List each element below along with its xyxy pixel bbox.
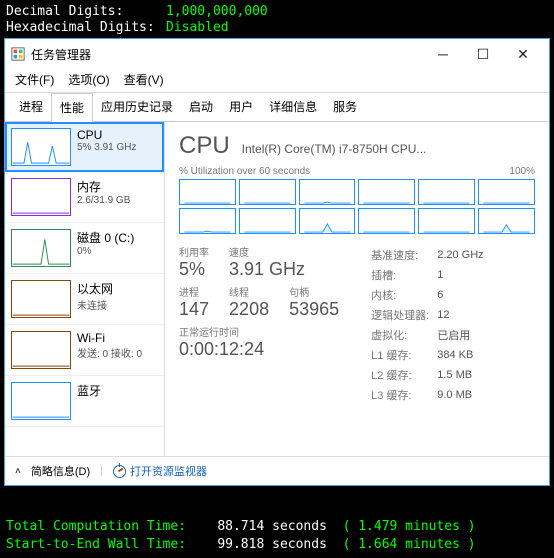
titlebar[interactable]: 任务管理器 ─ ☐ ✕ (5, 39, 549, 69)
tab-startup[interactable]: 启动 (181, 93, 221, 121)
core-chart-1[interactable] (239, 179, 296, 205)
decimal-digits-value: 1,000,000,000 (166, 4, 268, 19)
util-label: % Utilization over 60 seconds (179, 166, 310, 177)
console-bottom: Total Computation Time: 88.714 seconds (… (0, 514, 554, 558)
stats-right: 基准速度:2.20 GHz 插槽:1 内核:6 逻辑处理器:12 虚拟化:已启用 L1 缓… (369, 244, 492, 406)
stat-句柄: 句柄53965 (289, 284, 339, 320)
uptime-value: 0:00:12:24 (179, 339, 339, 360)
spec-row: 逻辑处理器:12 (371, 306, 490, 324)
comp-time-row: Total Computation Time: 88.714 seconds (… (6, 518, 548, 536)
spec-row: 内核:6 (371, 286, 490, 304)
console-top: Decimal Digits:1,000,000,000 Hexadecimal… (0, 0, 554, 40)
main-panel: CPU Intel(R) Core(TM) i7-8750H CPU... % … (165, 122, 549, 456)
tab-app-history[interactable]: 应用历史记录 (93, 93, 181, 121)
sidebar[interactable]: CPU5% 3.91 GHz 内存2.6/31.9 GB 磁盘 0 (C:)0%… (5, 122, 165, 456)
tab-users[interactable]: 用户 (221, 93, 261, 121)
spec-row: 基准速度:2.20 GHz (371, 246, 490, 264)
core-chart-4[interactable] (418, 179, 475, 205)
core-chart-7[interactable] (239, 208, 296, 234)
spec-row: L2 缓存:1.5 MB (371, 366, 490, 384)
task-manager-icon (11, 47, 25, 61)
stat-线程: 线程2208 (229, 284, 269, 320)
core-chart-9[interactable] (358, 208, 415, 234)
tab-services[interactable]: 服务 (325, 93, 365, 121)
spec-row: 插槽:1 (371, 266, 490, 284)
open-resmon-link[interactable]: 打开资源监视器 (113, 463, 207, 479)
util-max: 100% (509, 166, 535, 177)
stats-left: 利用率5% 速度3.91 GHz 进程147 线程2208 句柄53965 正常运行时… (179, 244, 339, 406)
stat-利用率: 利用率5% (179, 244, 209, 280)
sidebar-item-cpu[interactable]: CPU5% 3.91 GHz (5, 122, 164, 172)
sidebar-item-以太网[interactable]: 以太网未连接 (5, 274, 164, 325)
uptime-label: 正常运行时间 (179, 324, 339, 339)
tab-performance[interactable]: 性能 (51, 93, 93, 122)
stat-速度: 速度3.91 GHz (229, 244, 305, 280)
tab-details[interactable]: 详细信息 (261, 93, 325, 121)
wall-time-row: Start-to-End Wall Time: 99.818 seconds (… (6, 536, 548, 554)
core-chart-3[interactable] (358, 179, 415, 205)
spec-row: L1 缓存:384 KB (371, 346, 490, 364)
close-button[interactable]: ✕ (503, 40, 543, 68)
menu-file[interactable]: 文件(F) (15, 71, 54, 88)
core-chart-5[interactable] (478, 179, 535, 205)
spec-row: 虚拟化:已启用 (371, 326, 490, 344)
core-chart-0[interactable] (179, 179, 236, 205)
menu-view[interactable]: 查看(V) (124, 71, 164, 88)
stat-进程: 进程147 (179, 284, 209, 320)
resmon-icon (113, 465, 126, 478)
core-chart-11[interactable] (478, 208, 535, 234)
cores-grid[interactable] (179, 179, 535, 234)
sidebar-item-wi-fi[interactable]: Wi-Fi发送: 0 接收: 0 (5, 325, 164, 376)
chevron-up-icon[interactable]: ˄ (15, 466, 21, 477)
footer: ˄ 简略信息(D) | 打开资源监视器 (5, 456, 549, 485)
decimal-digits-label: Decimal Digits: (6, 4, 166, 20)
tab-processes[interactable]: 进程 (11, 93, 51, 121)
minimize-button[interactable]: ─ (423, 40, 463, 68)
tabs: 进程 性能 应用历史记录 启动 用户 详细信息 服务 (5, 93, 549, 122)
sidebar-item-内存[interactable]: 内存2.6/31.9 GB (5, 172, 164, 223)
window-title: 任务管理器 (31, 46, 423, 63)
core-chart-8[interactable] (299, 208, 356, 234)
menubar: 文件(F) 选项(O) 查看(V) (5, 69, 549, 93)
menu-options[interactable]: 选项(O) (68, 71, 109, 88)
cpu-model: Intel(R) Core(TM) i7-8750H CPU... (242, 142, 535, 156)
core-chart-2[interactable] (299, 179, 356, 205)
sidebar-item-磁盘 0 (c:)[interactable]: 磁盘 0 (C:)0% (5, 223, 164, 274)
brief-info-link[interactable]: 简略信息(D) (31, 463, 90, 479)
spec-row: L3 缓存:9.0 MB (371, 386, 490, 404)
hex-digits-value: Disabled (166, 20, 229, 35)
core-chart-10[interactable] (418, 208, 475, 234)
core-chart-6[interactable] (179, 208, 236, 234)
maximize-button[interactable]: ☐ (463, 40, 503, 68)
task-manager-window: 任务管理器 ─ ☐ ✕ 文件(F) 选项(O) 查看(V) 进程 性能 应用历史… (4, 38, 550, 486)
hex-digits-label: Hexadecimal Digits: (6, 20, 166, 36)
sidebar-item-蓝牙[interactable]: 蓝牙 (5, 376, 164, 427)
main-title: CPU (179, 132, 230, 160)
